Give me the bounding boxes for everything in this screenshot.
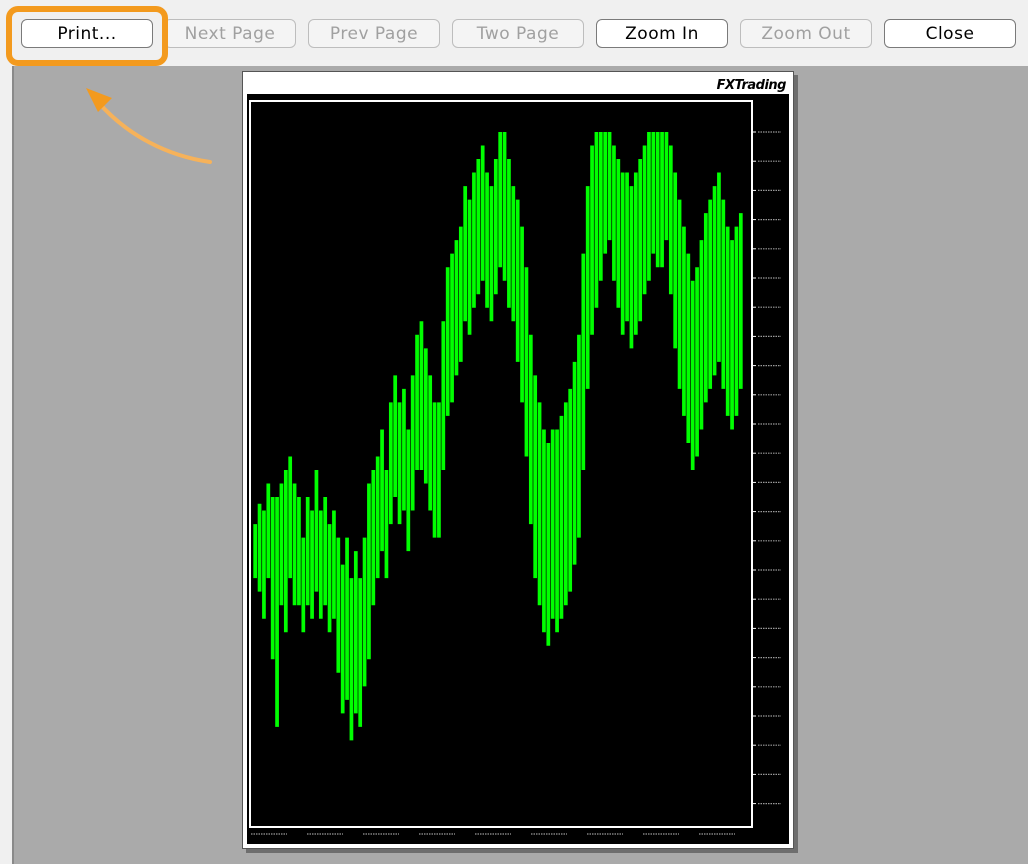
page-header: FXTrading bbox=[247, 76, 789, 96]
arrow-pointer-icon bbox=[86, 88, 212, 164]
price-chart bbox=[253, 132, 743, 741]
two-page-button[interactable]: Two Page bbox=[452, 19, 584, 48]
time-axis bbox=[251, 833, 735, 835]
brand-logo: FXTrading bbox=[716, 78, 787, 93]
print-button-highlight bbox=[6, 6, 168, 66]
preview-page: FXTrading bbox=[242, 71, 794, 849]
price-axis bbox=[753, 131, 781, 805]
print-preview-window: Print... Next Page Prev Page Two Page Zo… bbox=[0, 0, 1028, 864]
chart-plot-frame bbox=[249, 100, 753, 828]
zoom-out-button[interactable]: Zoom Out bbox=[740, 19, 872, 48]
next-page-button[interactable]: Next Page bbox=[164, 19, 296, 48]
page-content: FXTrading bbox=[247, 76, 789, 844]
close-button[interactable]: Close bbox=[884, 19, 1016, 48]
zoom-in-button[interactable]: Zoom In bbox=[596, 19, 728, 48]
prev-page-button[interactable]: Prev Page bbox=[308, 19, 440, 48]
